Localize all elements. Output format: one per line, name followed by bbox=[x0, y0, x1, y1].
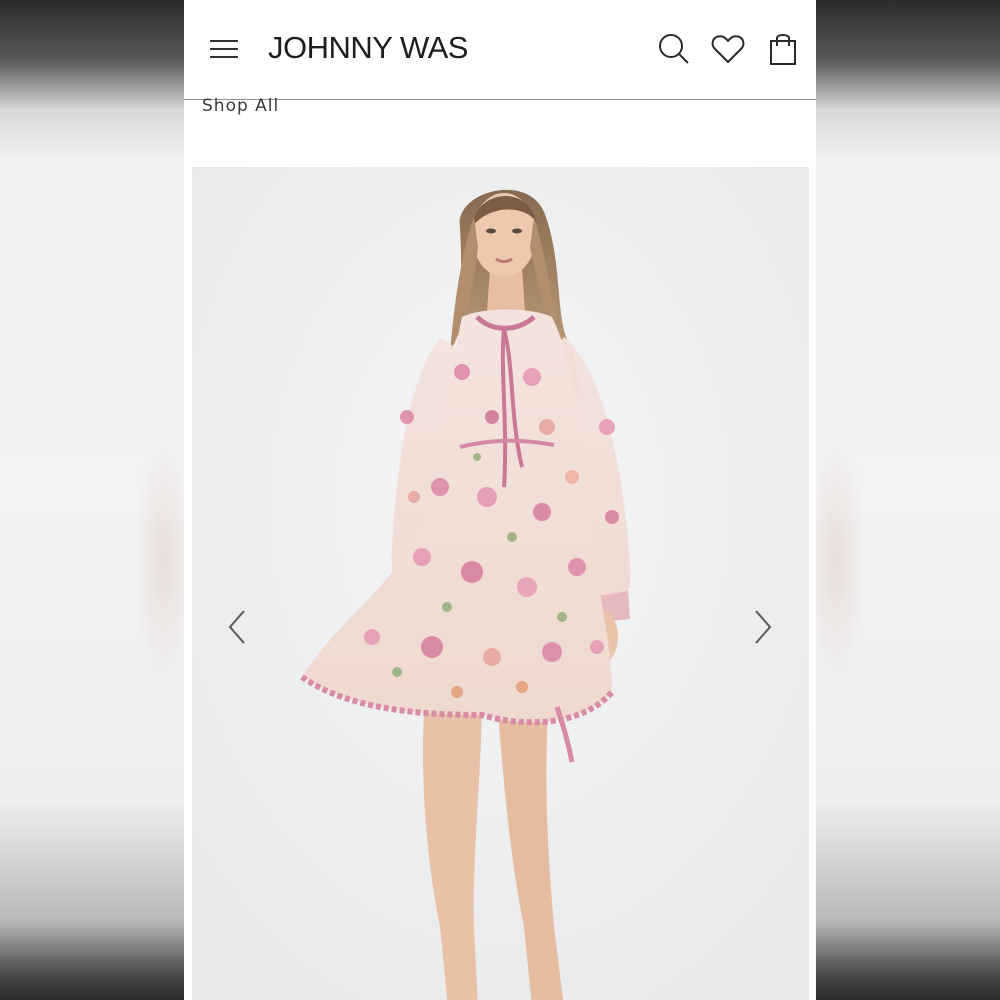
product-image-gallery[interactable] bbox=[192, 167, 809, 1000]
heart-icon[interactable] bbox=[710, 30, 746, 68]
brand-logo[interactable]: JOHNNY WAS bbox=[268, 30, 468, 66]
mobile-page: JOHNNY WAS Shop All bbox=[184, 0, 816, 1000]
menu-icon[interactable] bbox=[208, 36, 240, 62]
product-photo bbox=[192, 167, 809, 1000]
backdrop-left bbox=[0, 0, 194, 1000]
chevron-left-icon[interactable] bbox=[222, 607, 252, 647]
search-icon[interactable] bbox=[656, 30, 692, 68]
breadcrumb-shop-all[interactable]: Shop All bbox=[202, 96, 279, 116]
site-header: JOHNNY WAS bbox=[184, 0, 816, 100]
backdrop-right bbox=[806, 0, 1000, 1000]
shopping-bag-icon[interactable] bbox=[765, 30, 801, 68]
chevron-right-icon[interactable] bbox=[748, 607, 778, 647]
